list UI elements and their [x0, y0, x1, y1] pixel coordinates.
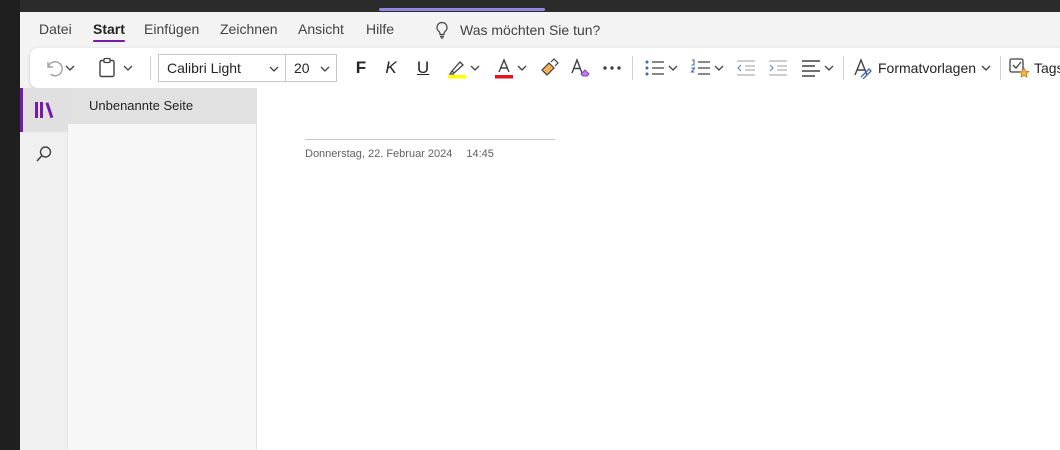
align-icon	[801, 60, 820, 77]
clear-formatting-icon	[571, 58, 590, 77]
search-placeholder: Was möchten Sie tun?	[460, 22, 601, 38]
notebooks-button[interactable]	[20, 88, 68, 132]
italic-label: K	[385, 58, 397, 77]
navigation-rail	[20, 88, 68, 450]
separator	[632, 56, 633, 80]
format-painter-icon	[541, 58, 559, 76]
styles-icon	[854, 58, 872, 79]
format-painter-button[interactable]	[536, 48, 562, 88]
italic-button[interactable]: K	[378, 48, 404, 88]
undo-icon	[47, 61, 63, 77]
search-icon	[36, 146, 52, 162]
page-meta: Donnerstag, 22. Februar 2024 14:45	[305, 148, 494, 160]
tell-me-search[interactable]: Was möchten Sie tun?	[434, 20, 600, 40]
increase-indent-icon	[769, 60, 787, 76]
page-title-field[interactable]	[305, 139, 555, 140]
undo-button[interactable]	[38, 48, 80, 88]
clear-formatting-button[interactable]	[566, 48, 594, 88]
font-name-value: Calibri Light	[167, 60, 241, 76]
decrease-indent-icon	[737, 60, 755, 76]
font-size-select[interactable]: 20	[285, 54, 337, 82]
page-time: 14:45	[466, 148, 494, 160]
clipboard-button[interactable]	[84, 48, 146, 88]
tab-einfuegen[interactable]: Einfügen	[144, 20, 199, 42]
font-color-button[interactable]	[490, 48, 530, 88]
page-canvas[interactable]: Donnerstag, 22. Februar 2024 14:45	[257, 88, 1060, 450]
more-icon	[603, 66, 621, 70]
chevron-down-icon	[470, 65, 480, 71]
decrease-indent-button[interactable]	[732, 48, 760, 88]
chevron-down-icon	[269, 66, 279, 72]
bold-button[interactable]: F	[348, 48, 374, 88]
styles-button[interactable]: Formatvorlagen	[852, 48, 996, 88]
bullets-icon	[645, 60, 664, 76]
align-button[interactable]	[796, 48, 838, 88]
tab-hilfe[interactable]: Hilfe	[366, 20, 394, 42]
highlighter-icon	[448, 61, 466, 79]
chevron-down-icon	[65, 65, 75, 71]
search-button[interactable]	[20, 132, 68, 176]
page-item[interactable]: Unbenannte Seite	[68, 88, 256, 124]
tab-ansicht[interactable]: Ansicht	[298, 20, 344, 42]
chevron-down-icon	[123, 65, 133, 71]
bold-label: F	[355, 58, 367, 77]
numbering-icon	[690, 59, 710, 75]
underline-label: U	[416, 58, 430, 77]
page-date: Donnerstag, 22. Februar 2024	[305, 148, 453, 160]
page-list: Unbenannte Seite	[68, 88, 257, 450]
tab-zeichnen[interactable]: Zeichnen	[220, 20, 278, 42]
separator	[1000, 56, 1001, 80]
underline-button[interactable]: U	[410, 48, 436, 88]
more-button[interactable]	[598, 48, 626, 88]
tab-datei[interactable]: Datei	[39, 20, 72, 42]
bullets-button[interactable]	[640, 48, 682, 88]
onenote-app: Datei Start Einfügen Zeichnen Ansicht Hi…	[20, 12, 1060, 450]
window-left-edge	[0, 0, 20, 450]
chevron-down-icon	[517, 65, 527, 71]
styles-label: Formatvorlagen	[878, 60, 977, 76]
separator	[150, 56, 151, 80]
chevron-down-icon	[320, 66, 330, 72]
increase-indent-button[interactable]	[764, 48, 792, 88]
lightbulb-icon	[436, 21, 448, 39]
chevron-down-icon	[668, 65, 678, 71]
tags-icon	[1009, 58, 1030, 78]
toolbar-ribbon: Calibri Light 20 F K U Formatvorlagen Ta…	[30, 48, 1060, 88]
notebooks-icon	[35, 102, 54, 119]
tags-label: Tags	[1034, 60, 1060, 76]
separator	[843, 56, 844, 80]
font-name-select[interactable]: Calibri Light	[158, 54, 286, 82]
clipboard-icon	[99, 57, 115, 78]
font-size-value: 20	[294, 60, 310, 76]
highlight-button[interactable]	[442, 48, 484, 88]
tags-button[interactable]: Tags	[1008, 48, 1060, 88]
chevron-down-icon	[824, 65, 833, 71]
font-color-icon	[495, 58, 513, 79]
chevron-down-icon	[714, 65, 724, 71]
loading-indicator	[379, 8, 545, 11]
numbering-button[interactable]	[686, 48, 728, 88]
tab-start[interactable]: Start	[93, 20, 125, 42]
menu-bar: Datei Start Einfügen Zeichnen Ansicht Hi…	[20, 12, 1060, 48]
chevron-down-icon	[981, 65, 991, 71]
